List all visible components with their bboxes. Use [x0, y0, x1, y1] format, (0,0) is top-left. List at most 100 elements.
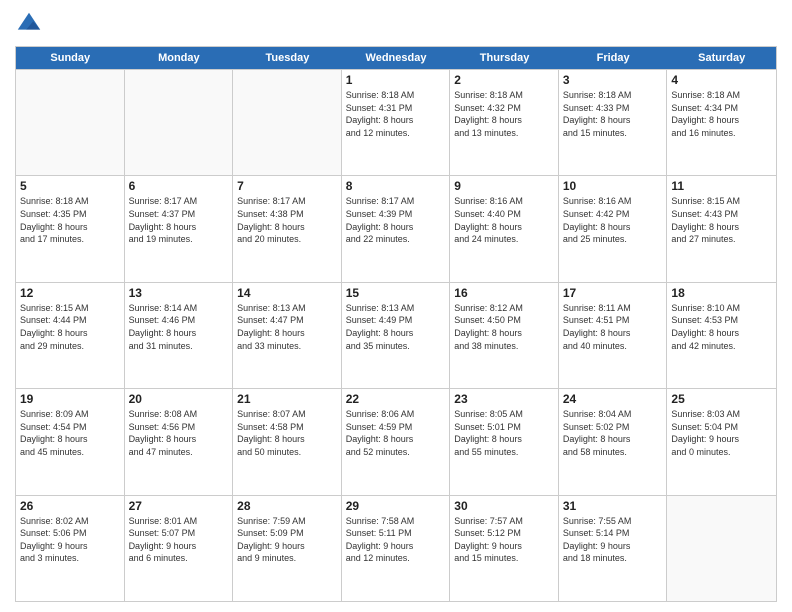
- weekday-header: Monday: [125, 47, 234, 69]
- day-number: 19: [20, 392, 120, 406]
- calendar-cell: 10 Sunrise: 8:16 AM Sunset: 4:42 PM Dayli…: [559, 176, 668, 281]
- day-number: 3: [563, 73, 663, 87]
- cell-detail: Sunrise: 8:18 AM Sunset: 4:32 PM Dayligh…: [454, 89, 554, 139]
- cell-detail: Sunrise: 8:16 AM Sunset: 4:40 PM Dayligh…: [454, 195, 554, 245]
- day-number: 6: [129, 179, 229, 193]
- cell-detail: Sunrise: 8:05 AM Sunset: 5:01 PM Dayligh…: [454, 408, 554, 458]
- cell-detail: Sunrise: 8:13 AM Sunset: 4:49 PM Dayligh…: [346, 302, 446, 352]
- calendar-cell: 11 Sunrise: 8:15 AM Sunset: 4:43 PM Dayli…: [667, 176, 776, 281]
- calendar-cell: 29 Sunrise: 7:58 AM Sunset: 5:11 PM Dayli…: [342, 496, 451, 601]
- page: SundayMondayTuesdayWednesdayThursdayFrid…: [0, 0, 792, 612]
- day-number: 29: [346, 499, 446, 513]
- logo-icon: [15, 10, 43, 38]
- cell-detail: Sunrise: 8:18 AM Sunset: 4:31 PM Dayligh…: [346, 89, 446, 139]
- calendar-cell: 4Sunrise: 8:18 AM Sunset: 4:34 PM Daylig…: [667, 70, 776, 175]
- calendar-cell: 3 Sunrise: 8:18 AM Sunset: 4:33 PM Daylig…: [559, 70, 668, 175]
- calendar-cell: 5Sunrise: 8:18 AM Sunset: 4:35 PM Daylig…: [16, 176, 125, 281]
- calendar-cell: 14 Sunrise: 8:13 AM Sunset: 4:47 PM Dayli…: [233, 283, 342, 388]
- day-number: 13: [129, 286, 229, 300]
- calendar-cell: 24 Sunrise: 8:04 AM Sunset: 5:02 PM Dayli…: [559, 389, 668, 494]
- weekday-header: Tuesday: [233, 47, 342, 69]
- day-number: 12: [20, 286, 120, 300]
- day-number: 16: [454, 286, 554, 300]
- weekday-header: Wednesday: [342, 47, 451, 69]
- calendar-cell: 13Sunrise: 8:14 AM Sunset: 4:46 PM Dayli…: [125, 283, 234, 388]
- cell-detail: Sunrise: 8:07 AM Sunset: 4:58 PM Dayligh…: [237, 408, 337, 458]
- weekday-header: Saturday: [667, 47, 776, 69]
- day-number: 2: [454, 73, 554, 87]
- calendar-cell: 25Sunrise: 8:03 AM Sunset: 5:04 PM Dayli…: [667, 389, 776, 494]
- calendar-cell: 9 Sunrise: 8:16 AM Sunset: 4:40 PM Daylig…: [450, 176, 559, 281]
- cell-detail: Sunrise: 8:13 AM Sunset: 4:47 PM Dayligh…: [237, 302, 337, 352]
- calendar-cell: 28 Sunrise: 7:59 AM Sunset: 5:09 PM Dayli…: [233, 496, 342, 601]
- calendar-cell: 18 Sunrise: 8:10 AM Sunset: 4:53 PM Dayli…: [667, 283, 776, 388]
- calendar: SundayMondayTuesdayWednesdayThursdayFrid…: [15, 46, 777, 602]
- day-number: 14: [237, 286, 337, 300]
- calendar-cell: [16, 70, 125, 175]
- cell-detail: Sunrise: 8:12 AM Sunset: 4:50 PM Dayligh…: [454, 302, 554, 352]
- calendar-cell: 8 Sunrise: 8:17 AM Sunset: 4:39 PM Daylig…: [342, 176, 451, 281]
- calendar-cell: 19 Sunrise: 8:09 AM Sunset: 4:54 PM Dayli…: [16, 389, 125, 494]
- day-number: 24: [563, 392, 663, 406]
- cell-detail: Sunrise: 8:17 AM Sunset: 4:39 PM Dayligh…: [346, 195, 446, 245]
- logo: [15, 10, 47, 38]
- day-number: 22: [346, 392, 446, 406]
- day-number: 28: [237, 499, 337, 513]
- calendar-cell: 21 Sunrise: 8:07 AM Sunset: 4:58 PM Dayli…: [233, 389, 342, 494]
- cell-detail: Sunrise: 7:55 AM Sunset: 5:14 PM Dayligh…: [563, 515, 663, 565]
- calendar-cell: 31 Sunrise: 7:55 AM Sunset: 5:14 PM Dayli…: [559, 496, 668, 601]
- day-number: 10: [563, 179, 663, 193]
- calendar-cell: 1Sunrise: 8:18 AM Sunset: 4:31 PM Daylig…: [342, 70, 451, 175]
- header: [15, 10, 777, 38]
- calendar-cell: 27Sunrise: 8:01 AM Sunset: 5:07 PM Dayli…: [125, 496, 234, 601]
- calendar-header: SundayMondayTuesdayWednesdayThursdayFrid…: [16, 47, 776, 69]
- calendar-cell: [233, 70, 342, 175]
- cell-detail: Sunrise: 8:09 AM Sunset: 4:54 PM Dayligh…: [20, 408, 120, 458]
- day-number: 23: [454, 392, 554, 406]
- weekday-header: Thursday: [450, 47, 559, 69]
- calendar-cell: 2 Sunrise: 8:18 AM Sunset: 4:32 PM Daylig…: [450, 70, 559, 175]
- calendar-cell: 7Sunrise: 8:17 AM Sunset: 4:38 PM Daylig…: [233, 176, 342, 281]
- cell-detail: Sunrise: 8:10 AM Sunset: 4:53 PM Dayligh…: [671, 302, 772, 352]
- cell-detail: Sunrise: 8:01 AM Sunset: 5:07 PM Dayligh…: [129, 515, 229, 565]
- calendar-row: 5Sunrise: 8:18 AM Sunset: 4:35 PM Daylig…: [16, 175, 776, 281]
- calendar-cell: 30 Sunrise: 7:57 AM Sunset: 5:12 PM Dayli…: [450, 496, 559, 601]
- calendar-row: 1Sunrise: 8:18 AM Sunset: 4:31 PM Daylig…: [16, 69, 776, 175]
- calendar-body: 1Sunrise: 8:18 AM Sunset: 4:31 PM Daylig…: [16, 69, 776, 601]
- calendar-cell: 17Sunrise: 8:11 AM Sunset: 4:51 PM Dayli…: [559, 283, 668, 388]
- cell-detail: Sunrise: 7:59 AM Sunset: 5:09 PM Dayligh…: [237, 515, 337, 565]
- day-number: 9: [454, 179, 554, 193]
- day-number: 8: [346, 179, 446, 193]
- calendar-cell: [125, 70, 234, 175]
- cell-detail: Sunrise: 8:02 AM Sunset: 5:06 PM Dayligh…: [20, 515, 120, 565]
- calendar-cell: 12Sunrise: 8:15 AM Sunset: 4:44 PM Dayli…: [16, 283, 125, 388]
- calendar-row: 26Sunrise: 8:02 AM Sunset: 5:06 PM Dayli…: [16, 495, 776, 601]
- cell-detail: Sunrise: 7:58 AM Sunset: 5:11 PM Dayligh…: [346, 515, 446, 565]
- cell-detail: Sunrise: 8:15 AM Sunset: 4:43 PM Dayligh…: [671, 195, 772, 245]
- day-number: 18: [671, 286, 772, 300]
- day-number: 7: [237, 179, 337, 193]
- cell-detail: Sunrise: 8:04 AM Sunset: 5:02 PM Dayligh…: [563, 408, 663, 458]
- cell-detail: Sunrise: 8:06 AM Sunset: 4:59 PM Dayligh…: [346, 408, 446, 458]
- day-number: 25: [671, 392, 772, 406]
- cell-detail: Sunrise: 8:16 AM Sunset: 4:42 PM Dayligh…: [563, 195, 663, 245]
- calendar-cell: 6Sunrise: 8:17 AM Sunset: 4:37 PM Daylig…: [125, 176, 234, 281]
- calendar-row: 12Sunrise: 8:15 AM Sunset: 4:44 PM Dayli…: [16, 282, 776, 388]
- day-number: 31: [563, 499, 663, 513]
- calendar-row: 19 Sunrise: 8:09 AM Sunset: 4:54 PM Dayli…: [16, 388, 776, 494]
- cell-detail: Sunrise: 8:11 AM Sunset: 4:51 PM Dayligh…: [563, 302, 663, 352]
- day-number: 5: [20, 179, 120, 193]
- cell-detail: Sunrise: 8:18 AM Sunset: 4:33 PM Dayligh…: [563, 89, 663, 139]
- cell-detail: Sunrise: 7:57 AM Sunset: 5:12 PM Dayligh…: [454, 515, 554, 565]
- day-number: 20: [129, 392, 229, 406]
- cell-detail: Sunrise: 8:08 AM Sunset: 4:56 PM Dayligh…: [129, 408, 229, 458]
- calendar-cell: 16 Sunrise: 8:12 AM Sunset: 4:50 PM Dayli…: [450, 283, 559, 388]
- day-number: 11: [671, 179, 772, 193]
- calendar-cell: 20 Sunrise: 8:08 AM Sunset: 4:56 PM Dayli…: [125, 389, 234, 494]
- calendar-cell: 23 Sunrise: 8:05 AM Sunset: 5:01 PM Dayli…: [450, 389, 559, 494]
- day-number: 30: [454, 499, 554, 513]
- day-number: 4: [671, 73, 772, 87]
- day-number: 15: [346, 286, 446, 300]
- calendar-cell: 26Sunrise: 8:02 AM Sunset: 5:06 PM Dayli…: [16, 496, 125, 601]
- day-number: 21: [237, 392, 337, 406]
